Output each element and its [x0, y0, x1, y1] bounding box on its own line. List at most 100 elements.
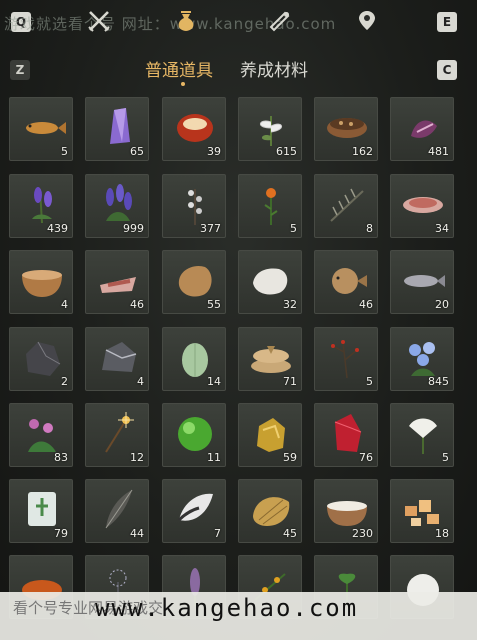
inventory-slot[interactable]: 2 — [9, 327, 73, 391]
item-quantity: 5 — [366, 375, 373, 388]
item-quantity: 45 — [283, 527, 297, 540]
melon-icon — [182, 343, 208, 377]
item-quantity: 44 — [130, 527, 144, 540]
pine-branch-icon — [330, 188, 364, 222]
inventory-slot[interactable]: 76 — [314, 403, 378, 467]
item-quantity: 55 — [207, 298, 221, 311]
rice-cake-icon — [251, 346, 291, 373]
item-quantity: 4 — [137, 375, 144, 388]
item-quantity: 12 — [130, 451, 144, 464]
white-blossom-icon — [188, 189, 202, 225]
inventory-slot[interactable]: 8 — [314, 174, 378, 238]
gold-nugget-icon — [257, 418, 285, 452]
item-quantity: 377 — [200, 222, 221, 235]
top-bar: Q 游戏就选看个号 网址：www.kangehao.com E — [0, 0, 477, 46]
purple-flower-icon — [411, 120, 437, 138]
item-quantity: 46 — [359, 298, 373, 311]
inventory-slot[interactable]: 845 — [390, 327, 454, 391]
inventory-slot[interactable]: 32 — [238, 250, 302, 314]
item-quantity: 83 — [54, 451, 68, 464]
watermark-text: 游戏就选看个号 网址：www.kangehao.com — [4, 15, 337, 33]
inventory-slot[interactable]: 55 — [162, 250, 226, 314]
item-quantity: 615 — [276, 145, 297, 158]
item-quantity: 20 — [435, 298, 449, 311]
item-quantity: 14 — [207, 375, 221, 388]
white-lily-icon — [409, 418, 437, 454]
inventory-slot[interactable]: 46 — [314, 250, 378, 314]
item-quantity: 999 — [123, 222, 144, 235]
inventory-slot[interactable]: 79 — [9, 479, 73, 543]
item-quantity: 8 — [366, 222, 373, 235]
inventory-slot[interactable]: 34 — [390, 174, 454, 238]
inventory-slot[interactable]: 5 — [9, 97, 73, 161]
red-stone-icon — [177, 114, 213, 142]
inventory-slot[interactable]: 18 — [390, 479, 454, 543]
item-quantity: 71 — [283, 375, 297, 388]
inventory-slot[interactable]: 83 — [9, 403, 73, 467]
inventory-slot[interactable]: 7 — [162, 479, 226, 543]
feather-icon — [105, 489, 133, 529]
item-quantity: 34 — [435, 222, 449, 235]
inventory-slot[interactable]: 5 — [238, 174, 302, 238]
inventory-slot[interactable]: 71 — [238, 327, 302, 391]
inventory-slot[interactable]: 439 — [9, 174, 73, 238]
active-tab-indicator — [181, 82, 185, 86]
citrine-chunks-icon — [405, 500, 439, 526]
fur-pelt-icon — [178, 265, 212, 297]
pufferfish-icon — [332, 268, 367, 294]
inventory-slot[interactable]: 45 — [238, 479, 302, 543]
item-quantity: 162 — [352, 145, 373, 158]
item-quantity: 46 — [130, 298, 144, 311]
iron-ore-icon — [26, 341, 61, 376]
golden-shell-icon — [253, 497, 290, 526]
silver-ore-icon — [102, 342, 137, 372]
white-herb-icon — [260, 116, 282, 146]
inventory-slot[interactable]: 5 — [390, 403, 454, 467]
item-quantity: 5 — [61, 145, 68, 158]
inventory-slot[interactable]: 65 — [85, 97, 149, 161]
lavender-bunch-icon — [106, 184, 132, 221]
crossed-swords-icon[interactable] — [86, 8, 112, 34]
inventory-slot[interactable]: 4 — [9, 250, 73, 314]
inventory-slot[interactable]: 39 — [162, 97, 226, 161]
inventory-slot[interactable]: 44 — [85, 479, 149, 543]
inventory-slot[interactable]: 4 — [85, 327, 149, 391]
banner-url: www.kangehao.com — [95, 594, 359, 622]
money-pouch-icon[interactable] — [173, 8, 199, 34]
inventory-slot[interactable]: 162 — [314, 97, 378, 161]
lavender-icon — [32, 187, 52, 224]
spark-stick-icon — [105, 412, 134, 453]
item-quantity: 2 — [61, 375, 68, 388]
inventory-slot[interactable]: 377 — [162, 174, 226, 238]
item-quantity: 439 — [47, 222, 68, 235]
inventory-slot[interactable]: 481 — [390, 97, 454, 161]
inventory-slot[interactable]: 14 — [162, 327, 226, 391]
blue-flower-icon — [409, 342, 435, 376]
tab-common-items[interactable]: 普通道具 — [145, 56, 213, 81]
inventory-slot[interactable]: 5 — [314, 327, 378, 391]
inventory-slot[interactable]: 11 — [162, 403, 226, 467]
inventory-slot[interactable]: 46 — [85, 250, 149, 314]
item-quantity: 4 — [61, 298, 68, 311]
item-quantity: 7 — [214, 527, 221, 540]
item-quantity: 230 — [352, 527, 373, 540]
item-quantity: 845 — [428, 375, 449, 388]
inventory-slot[interactable]: 230 — [314, 479, 378, 543]
item-quantity: 65 — [130, 145, 144, 158]
inventory-slot[interactable]: 615 — [238, 97, 302, 161]
inventory-slot[interactable]: 999 — [85, 174, 149, 238]
e-key-hint[interactable]: E — [437, 12, 457, 32]
category-tabs: 普通道具 养成材料 — [0, 56, 477, 86]
item-quantity: 5 — [290, 222, 297, 235]
meat-slab-icon — [100, 277, 136, 293]
inventory-slot[interactable]: 59 — [238, 403, 302, 467]
item-quantity: 5 — [442, 451, 449, 464]
tab-materials[interactable]: 养成材料 — [240, 56, 308, 81]
inventory-slot[interactable]: 20 — [390, 250, 454, 314]
milk-bowl-icon — [327, 501, 367, 526]
pin-icon[interactable] — [354, 8, 380, 34]
inventory-slot[interactable]: 12 — [85, 403, 149, 467]
scroll-icon[interactable] — [266, 8, 292, 34]
item-quantity: 79 — [54, 527, 68, 540]
raw-meat-icon — [403, 197, 443, 213]
